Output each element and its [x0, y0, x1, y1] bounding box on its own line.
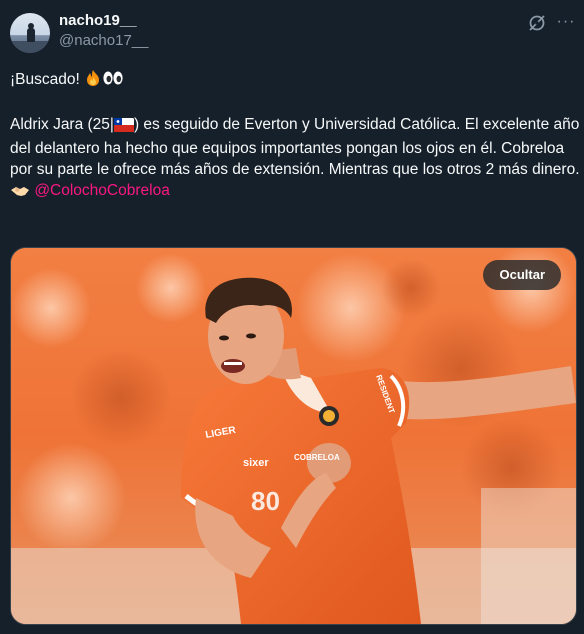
- tweet-text: ¡Buscado! Aldrix Jara (25|) es seguido …: [10, 69, 580, 204]
- jersey-number: 80: [251, 486, 280, 516]
- tweet: nacho19__ @nacho17__ ··· ¡Buscado! Aldri…: [0, 0, 584, 634]
- jersey-club: COBRELOA: [294, 453, 340, 462]
- author-display-name[interactable]: nacho19__: [59, 12, 137, 29]
- grok-icon[interactable]: [527, 13, 547, 33]
- chile-flag-emoji: [113, 117, 134, 138]
- avatar[interactable]: [10, 13, 50, 53]
- author-handle[interactable]: @nacho17__: [59, 32, 148, 49]
- more-icon[interactable]: ···: [556, 12, 576, 32]
- mention-link[interactable]: @ColochoCobreloa: [34, 182, 170, 199]
- tweet-line-1: ¡Buscado!: [10, 71, 85, 88]
- fire-emoji: [84, 69, 102, 93]
- eyes-emoji: [102, 69, 124, 93]
- tweet-media[interactable]: sixer LIGER COBRELOA 80 RESIDENT Ocultar: [10, 247, 577, 625]
- handshake-emoji: [10, 183, 30, 204]
- hide-media-button[interactable]: Ocultar: [483, 260, 561, 290]
- jersey-sponsor: sixer: [243, 457, 269, 469]
- player-photo: sixer LIGER COBRELOA 80 RESIDENT: [11, 248, 576, 624]
- tweet-line-2a: Aldrix Jara (25|: [10, 116, 114, 133]
